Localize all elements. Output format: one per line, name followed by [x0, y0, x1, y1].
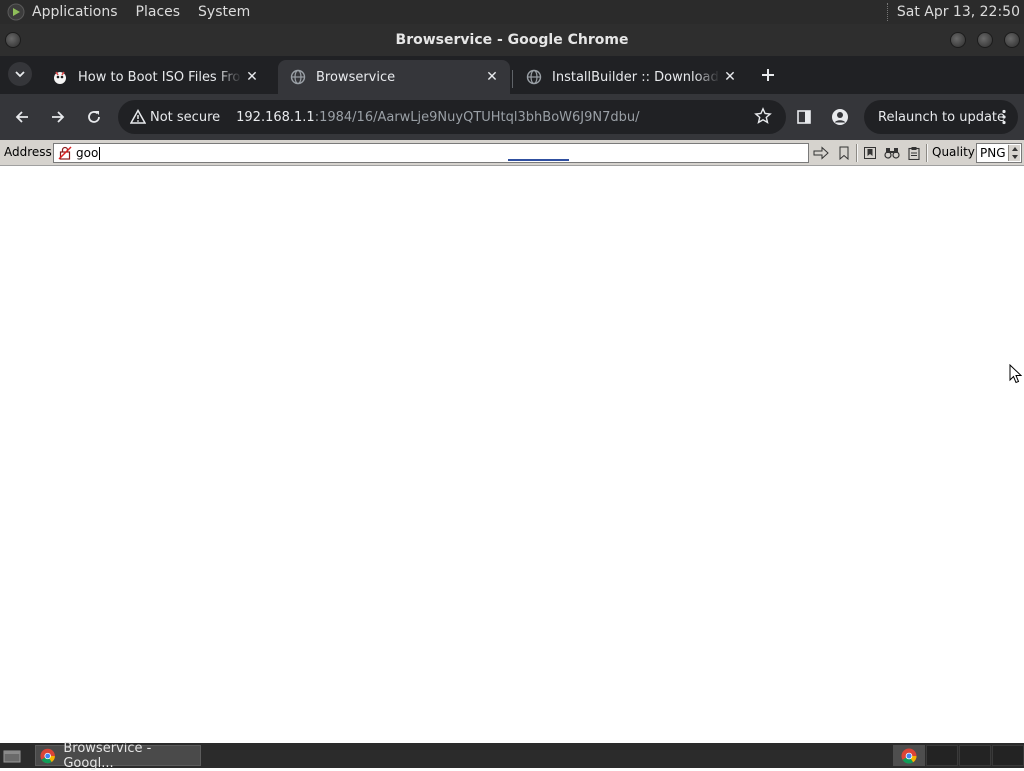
url-path: :1984/16/AarwLje9NuyQTUHtql3bhBoW6J9N7db… — [314, 109, 640, 125]
loading-indicator — [508, 159, 569, 161]
insecure-lock-icon — [58, 146, 72, 160]
address-label: Address — [4, 145, 52, 159]
toolbar-separator — [856, 144, 858, 162]
tab-how-to-boot[interactable]: How to Boot ISO Files From C ✕ — [40, 60, 270, 94]
tab-browservice[interactable]: Browservice ✕ — [278, 60, 510, 94]
tab-separator — [512, 70, 513, 88]
tab-title: How to Boot ISO Files From C — [78, 69, 242, 85]
tab-installbuilder[interactable]: InstallBuilder :: Download Ins ✕ — [514, 60, 748, 94]
reload-button[interactable] — [80, 103, 108, 131]
window-title: Browservice - Google Chrome — [395, 32, 629, 48]
quality-select[interactable]: PNG — [976, 143, 1022, 163]
system-menu[interactable]: System — [198, 4, 250, 20]
close-tab-icon[interactable]: ✕ — [720, 67, 740, 87]
workspace-3[interactable] — [959, 745, 991, 766]
binoculars-icon — [884, 148, 900, 159]
quality-value: PNG — [980, 146, 1006, 160]
taskbar-window-browservice[interactable]: Browservice - Googl... — [35, 741, 201, 771]
panel-separator — [886, 3, 889, 21]
distro-logo-icon[interactable] — [6, 2, 26, 22]
bottom-taskbar: Browservice - Googl... — [0, 741, 1024, 771]
warning-triangle-icon[interactable] — [130, 109, 146, 125]
browser-toolbar: Not secure 192.168.1.1:1984/16/AarwLje9N… — [0, 94, 1024, 140]
taskbar-window-title: Browservice - Googl... — [63, 740, 152, 771]
gnome-favicon-icon — [52, 69, 68, 85]
chevron-down-icon — [15, 71, 25, 78]
go-arrow-icon — [813, 146, 829, 160]
relaunch-label: Relaunch to update — [878, 109, 1006, 125]
bookmark-button[interactable] — [835, 144, 853, 162]
relaunch-to-update-button[interactable]: Relaunch to update — [864, 100, 1018, 134]
bookmark-star-icon[interactable] — [754, 107, 772, 129]
side-panel-icon — [797, 110, 811, 124]
back-button[interactable] — [8, 103, 36, 131]
reload-icon — [88, 111, 100, 123]
forward-button[interactable] — [44, 103, 72, 131]
bookmark-icon — [839, 146, 849, 160]
close-tab-icon[interactable]: ✕ — [482, 67, 502, 87]
quality-spinner[interactable] — [1008, 145, 1020, 161]
globe-icon — [290, 69, 306, 85]
workspace-1[interactable] — [893, 745, 925, 766]
go-button[interactable] — [812, 144, 830, 162]
bookmarks-list-button[interactable] — [861, 144, 879, 162]
plus-icon — [762, 69, 774, 81]
mouse-pointer-icon — [1009, 363, 1023, 388]
arrow-right-icon — [52, 111, 65, 123]
tab-title: Browservice — [316, 69, 396, 85]
page-viewport[interactable] — [0, 167, 1024, 743]
chrome-icon — [901, 748, 917, 764]
maximize-button[interactable] — [977, 32, 993, 48]
tab-search-button[interactable] — [8, 62, 32, 86]
globe-icon — [526, 69, 542, 85]
omnibox[interactable]: Not secure 192.168.1.1:1984/16/AarwLje9N… — [118, 100, 786, 134]
window-titlebar[interactable]: Browservice - Google Chrome — [0, 24, 1024, 56]
side-panel-button[interactable] — [790, 103, 818, 131]
clipboard-button[interactable] — [905, 144, 923, 162]
tab-title: InstallBuilder :: Download Ins — [552, 69, 720, 85]
places-menu[interactable]: Places — [136, 4, 181, 20]
profile-avatar-icon — [832, 109, 848, 125]
panel-clock[interactable]: Sat Apr 13, 22:50 — [897, 4, 1020, 20]
top-panel: Applications Places System Sat Apr 13, 2… — [0, 0, 1024, 24]
not-secure-label[interactable]: Not secure — [150, 110, 220, 125]
quality-label: Quality — [932, 145, 975, 159]
workspace-2[interactable] — [926, 745, 958, 766]
browservice-toolbar: Address goo Quality PNG — [0, 140, 1024, 166]
bookmarks-list-icon — [864, 147, 876, 159]
window-menu-button[interactable] — [5, 32, 21, 48]
new-tab-button[interactable] — [756, 63, 780, 87]
arrow-left-icon — [15, 111, 28, 123]
spin-down-icon[interactable] — [1011, 155, 1018, 159]
text-caret — [99, 146, 101, 160]
url-host: 192.168.1.1 — [236, 109, 315, 125]
show-desktop-icon[interactable] — [2, 747, 22, 764]
close-window-button[interactable] — [1004, 32, 1020, 48]
address-value: goo — [76, 146, 99, 160]
minimize-button[interactable] — [950, 32, 966, 48]
chrome-icon — [40, 748, 55, 763]
close-tab-icon[interactable]: ✕ — [242, 67, 262, 87]
tab-strip: How to Boot ISO Files From C ✕ Browservi… — [0, 56, 1024, 94]
applications-menu[interactable]: Applications — [32, 4, 118, 20]
spin-up-icon[interactable] — [1011, 147, 1018, 151]
menu-dots-icon — [1002, 109, 1006, 129]
browservice-address-field[interactable]: goo — [53, 143, 809, 163]
clipboard-icon — [908, 147, 920, 160]
profile-button[interactable] — [826, 103, 854, 131]
toolbar-separator — [926, 144, 928, 162]
workspace-4[interactable] — [992, 745, 1024, 766]
find-button[interactable] — [883, 144, 901, 162]
